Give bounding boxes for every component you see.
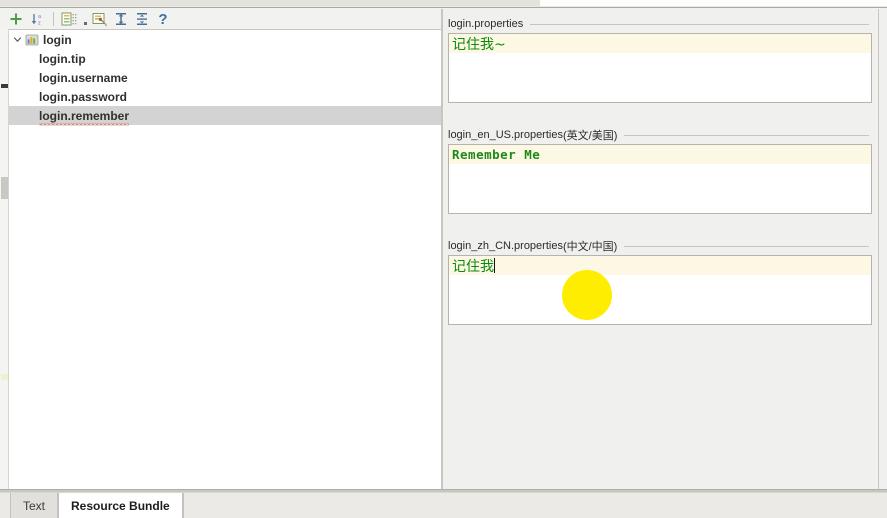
locale-block-zh-cn: login_zh_CN.properties (中文/中国) 记住我 [443,237,878,325]
text-caret [494,258,495,273]
locale-title-en-us: login_en_US.properties (英文/美国) [443,126,878,144]
value-editor-default[interactable]: 记住我~ [448,33,872,103]
tree-left-gutter[interactable] [0,29,9,489]
svg-text:a: a [38,14,41,20]
tabbar-leading-spacer [0,493,10,518]
editor-mode-tabbar: Text Resource Bundle [0,492,887,518]
locale-file-name: login_zh_CN.properties [448,240,563,252]
resource-bundle-tree[interactable]: login login.tip login.username login.pas… [0,29,441,489]
tree-item-label: login.username [39,70,128,85]
svg-text:z: z [38,20,41,26]
value-text-row: 记住我 [449,256,871,275]
tree-root-label: login [43,32,72,47]
resource-bundle-editor-window: a z ? login login.tip login.username log… [0,0,887,518]
value-editor-zh-cn[interactable]: 记住我 [448,255,872,325]
gutter-mark-warning [1,374,8,380]
locale-title-default: login.properties [443,15,878,33]
tab-text[interactable]: Text [10,493,59,518]
tab-label: Resource Bundle [71,498,170,513]
tree-item-label: login.password [39,89,128,104]
tree-row-login-username[interactable]: login.username [0,68,441,87]
tree-item-label: login.tip [39,51,86,66]
expand-all-button[interactable] [111,10,131,28]
value-text: 记住我 [452,258,494,275]
title-rule [624,245,869,247]
locale-title-zh-cn: login_zh_CN.properties (中文/中国) [443,237,878,255]
title-rule [530,23,869,25]
locale-file-name: login.properties [448,18,524,30]
locale-file-name: login_en_US.properties [448,129,563,141]
right-edge-strip [878,9,887,489]
help-button[interactable]: ? [153,10,173,28]
value-editor-en-us[interactable]: Remember Me [448,144,872,214]
group-by-prefix-button[interactable] [59,10,79,28]
toolbar-separator-1 [53,12,54,26]
locale-editors-panel: login.properties 记住我~ login_en_US.proper… [443,9,878,489]
locale-block-default: login.properties 记住我~ [443,15,878,103]
locale-block-en-us: login_en_US.properties (英文/美国) Remember … [443,126,878,214]
overflow-button[interactable] [80,10,90,28]
tree-toolbar: a z ? [0,9,441,29]
locale-suffix: (中文/中国) [562,241,618,253]
tree-item-label: login.remember [39,108,130,126]
scroll-thumb[interactable] [1,177,8,199]
add-property-button[interactable] [6,10,26,28]
value-text: Remember Me [452,147,541,162]
help-glyph: ? [158,10,168,28]
tree-row-login-remember[interactable]: login.remember [0,106,441,126]
value-text: 记住我~ [452,36,506,53]
parent-toolbar-strip [0,0,887,8]
tree-row-root[interactable]: login [0,30,441,49]
locale-suffix: (英文/美国) [562,130,618,142]
tabbar-filler [182,493,887,518]
tab-label: Text [23,498,46,513]
chevron-down-icon[interactable] [9,30,25,49]
settings-button[interactable] [90,10,110,28]
title-rule [624,134,869,136]
tree-row-login-tip[interactable]: login.tip [0,49,441,68]
gutter-mark-caret [1,84,8,88]
sort-alphabetically-button[interactable]: a z [27,10,47,28]
collapse-all-button[interactable] [132,10,152,28]
tab-resource-bundle[interactable]: Resource Bundle [58,493,183,518]
tree-row-login-password[interactable]: login.password [0,87,441,106]
resource-bundle-icon [25,33,39,47]
